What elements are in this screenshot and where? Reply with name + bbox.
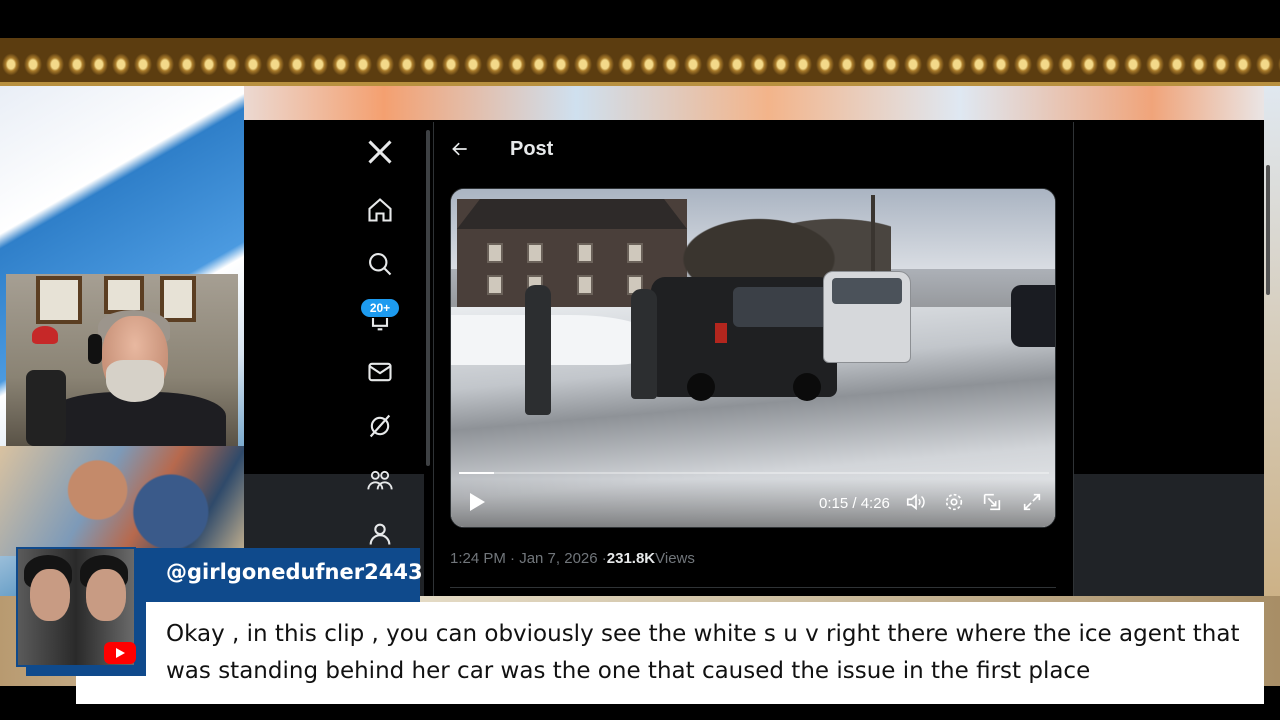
video-agent xyxy=(631,289,657,399)
frame-painting-left-lower xyxy=(0,446,244,556)
messages-icon[interactable] xyxy=(364,356,396,388)
picture-in-picture-icon[interactable] xyxy=(979,489,1005,515)
column-divider xyxy=(1073,122,1074,596)
streamer-beard xyxy=(106,360,164,402)
video-controls: 0:15 / 4:26 xyxy=(451,479,1055,527)
profile-icon[interactable] xyxy=(364,518,396,550)
video-snowbank xyxy=(451,315,651,365)
communities-icon[interactable] xyxy=(364,464,396,496)
search-icon[interactable] xyxy=(364,248,396,280)
wall-frame xyxy=(160,276,196,322)
microphone xyxy=(26,370,66,446)
notification-badge: 20+ xyxy=(360,298,400,318)
video-player[interactable]: 0:15 / 4:26 xyxy=(450,188,1056,528)
play-icon[interactable] xyxy=(465,487,489,517)
chat-box-extension xyxy=(76,676,156,704)
x-logo-icon[interactable] xyxy=(364,136,396,168)
video-pole xyxy=(871,195,875,275)
wall-frame xyxy=(36,276,82,324)
video-white-suv xyxy=(823,271,911,363)
headset xyxy=(88,334,102,364)
video-dark-car xyxy=(1011,285,1055,347)
volume-icon[interactable] xyxy=(903,489,929,515)
settings-gear-icon[interactable] xyxy=(941,489,967,515)
video-agent xyxy=(525,285,551,415)
video-progress-fill xyxy=(459,472,495,474)
video-dark-suv xyxy=(651,277,837,401)
page-title: Post xyxy=(510,137,554,160)
grok-icon[interactable] xyxy=(364,410,396,442)
post-timestamp[interactable]: 1:24 PM · Jan 7, 2026 · xyxy=(450,550,607,567)
gold-frame-top xyxy=(0,38,1280,86)
wall-frame xyxy=(104,276,144,314)
video-progress-track[interactable] xyxy=(459,472,1049,474)
sidebar-scrollbar[interactable] xyxy=(426,130,430,466)
meta-divider xyxy=(450,587,1056,588)
youtube-logo-icon xyxy=(104,642,136,664)
x-sidebar-nav: 20+ xyxy=(244,122,424,596)
right-scrollbar[interactable] xyxy=(1266,165,1270,295)
panel-gray-right xyxy=(1074,474,1264,596)
views-label: Views xyxy=(655,550,695,567)
video-time: 0:15 / 4:26 xyxy=(819,495,890,512)
stream-canvas: 20+ Post 0:15 / 4:26 1:24 PM · Jan 7, 20… xyxy=(0,0,1280,720)
post-meta: 1:24 PM · Jan 7, 2026 · 231.8K Views xyxy=(450,550,695,567)
red-hat xyxy=(32,326,58,344)
chat-username: @girlgonedufner2443 xyxy=(166,560,423,584)
column-divider xyxy=(433,122,434,596)
webcam-feed xyxy=(6,274,238,446)
back-arrow-icon[interactable] xyxy=(434,122,486,176)
post-header: Post xyxy=(434,122,1074,176)
home-icon[interactable] xyxy=(364,194,396,226)
fullscreen-icon[interactable] xyxy=(1019,489,1045,515)
chat-message: Okay , in this clip , you can obviously … xyxy=(166,621,1240,684)
views-count: 231.8K xyxy=(606,550,656,567)
